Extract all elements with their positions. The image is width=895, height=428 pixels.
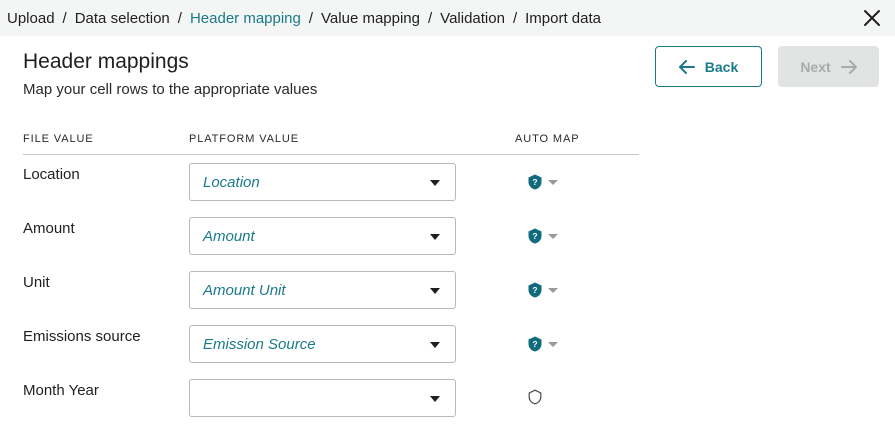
svg-text:?: ? bbox=[532, 177, 537, 187]
chevron-down-icon bbox=[430, 396, 440, 402]
arrow-left-icon bbox=[678, 59, 695, 74]
column-header-auto-map: AUTO MAP bbox=[515, 133, 580, 145]
column-header-platform-value: PLATFORM VALUE bbox=[189, 133, 299, 145]
auto-map-toggle[interactable]: ? bbox=[528, 282, 558, 298]
chevron-down-icon bbox=[548, 341, 558, 347]
breadcrumb-item-import-data[interactable]: Import data bbox=[525, 10, 601, 27]
breadcrumb-item-data-selection[interactable]: Data selection bbox=[75, 10, 170, 27]
column-header-file-value: FILE VALUE bbox=[23, 133, 94, 145]
file-value-label: Month Year bbox=[23, 382, 99, 399]
chevron-down-icon bbox=[548, 287, 558, 293]
file-value-label: Unit bbox=[23, 274, 50, 291]
select-value: Amount bbox=[203, 228, 255, 245]
auto-map-toggle[interactable]: ? bbox=[528, 174, 558, 190]
select-value: Amount Unit bbox=[203, 282, 286, 299]
shield-question-icon: ? bbox=[528, 228, 542, 244]
file-value-label: Location bbox=[23, 166, 80, 183]
shield-question-icon: ? bbox=[528, 174, 542, 190]
auto-map-status bbox=[528, 389, 542, 410]
next-button[interactable]: Next bbox=[778, 46, 879, 87]
platform-value-select-month-year[interactable] bbox=[189, 379, 456, 417]
chevron-down-icon bbox=[430, 288, 440, 294]
chevron-down-icon bbox=[548, 233, 558, 239]
platform-value-select-amount[interactable]: Amount bbox=[189, 217, 456, 255]
next-button-label: Next bbox=[800, 58, 831, 75]
breadcrumb-separator: / bbox=[177, 9, 182, 27]
shield-question-icon: ? bbox=[528, 282, 542, 298]
back-button-label: Back bbox=[704, 58, 739, 75]
chevron-down-icon bbox=[548, 179, 558, 185]
breadcrumb-separator: / bbox=[62, 9, 67, 27]
platform-value-select-emissions-source[interactable]: Emission Source bbox=[189, 325, 456, 363]
back-button[interactable]: Back bbox=[655, 46, 762, 87]
breadcrumb-bar: Upload / Data selection / Header mapping… bbox=[0, 0, 895, 36]
breadcrumb-separator: / bbox=[308, 9, 314, 27]
select-value: Location bbox=[203, 174, 260, 191]
select-value: Emission Source bbox=[203, 336, 316, 353]
header-divider bbox=[23, 154, 639, 155]
svg-text:?: ? bbox=[532, 285, 537, 295]
breadcrumb-item-header-mapping[interactable]: Header mapping bbox=[190, 10, 301, 27]
breadcrumb-item-upload[interactable]: Upload bbox=[7, 10, 55, 27]
chevron-down-icon bbox=[430, 180, 440, 186]
shield-question-icon: ? bbox=[528, 336, 542, 352]
breadcrumb-separator: / bbox=[428, 9, 433, 27]
platform-value-select-unit[interactable]: Amount Unit bbox=[189, 271, 456, 309]
page-subtitle: Map your cell rows to the appropriate va… bbox=[23, 81, 318, 98]
file-value-label: Emissions source bbox=[23, 328, 141, 345]
chevron-down-icon bbox=[430, 234, 440, 240]
breadcrumb-separator: / bbox=[512, 9, 518, 27]
breadcrumb-item-validation[interactable]: Validation bbox=[440, 10, 505, 27]
close-icon bbox=[864, 10, 880, 26]
chevron-down-icon bbox=[430, 342, 440, 348]
file-value-label: Amount bbox=[23, 220, 75, 237]
svg-text:?: ? bbox=[532, 339, 537, 349]
page-title: Header mappings bbox=[23, 50, 189, 73]
arrow-right-icon bbox=[840, 59, 857, 74]
breadcrumb-item-value-mapping[interactable]: Value mapping bbox=[321, 10, 420, 27]
svg-text:?: ? bbox=[532, 231, 537, 241]
platform-value-select-location[interactable]: Location bbox=[189, 163, 456, 201]
shield-outline-icon bbox=[528, 389, 542, 405]
close-button[interactable] bbox=[861, 7, 883, 29]
auto-map-toggle[interactable]: ? bbox=[528, 336, 558, 352]
auto-map-toggle[interactable]: ? bbox=[528, 228, 558, 244]
